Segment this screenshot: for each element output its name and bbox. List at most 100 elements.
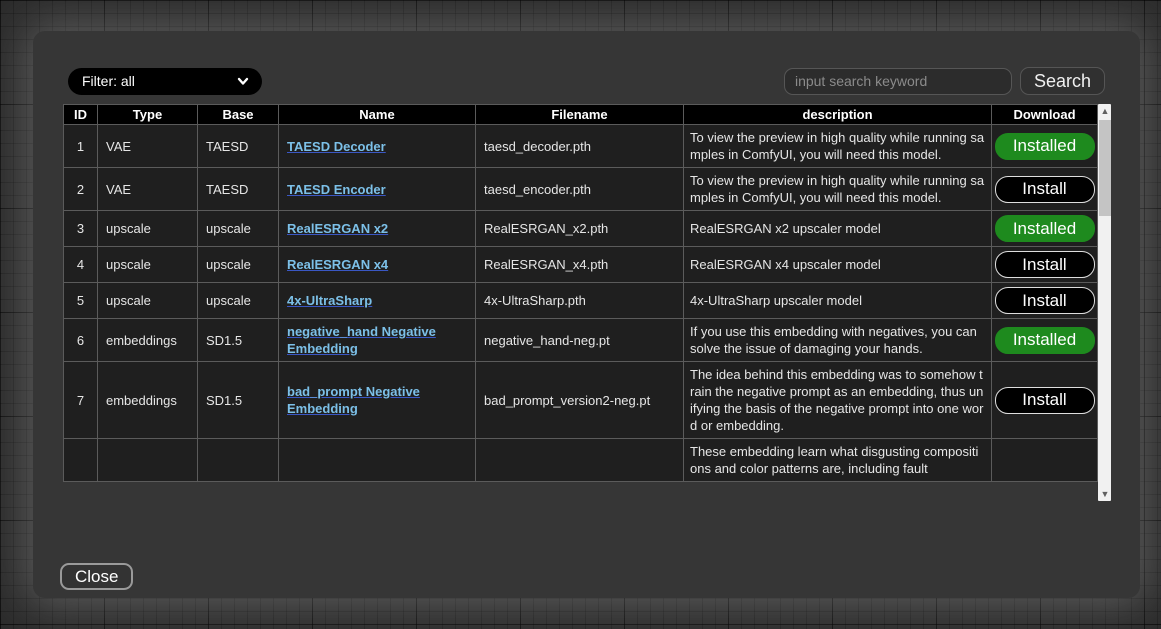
cell-name: 4x-UltraSharp [279, 283, 476, 319]
cell-type: VAE [98, 125, 198, 168]
cell-name: negative_hand Negative Embedding [279, 319, 476, 362]
cell-description: RealESRGAN x4 upscaler model [684, 247, 992, 283]
table-header-row: ID Type Base Name Filename description D… [64, 105, 1098, 125]
cell-base: TAESD [198, 125, 279, 168]
search-group: Search [784, 67, 1105, 95]
cell-type: upscale [98, 283, 198, 319]
close-button[interactable]: Close [60, 563, 133, 590]
cell-download: Install [992, 168, 1098, 211]
cell-base: upscale [198, 211, 279, 247]
cell-id: 4 [64, 247, 98, 283]
cell-name: RealESRGAN x4 [279, 247, 476, 283]
cell-description: 4x-UltraSharp upscaler model [684, 283, 992, 319]
table-row: 2 VAE TAESD TAESD Encoder taesd_encoder.… [64, 168, 1098, 211]
search-input[interactable] [784, 68, 1012, 95]
install-button[interactable]: Install [995, 251, 1095, 278]
cell-type: embeddings [98, 319, 198, 362]
comfyui-canvas-background: { "dialog": { "filter": { "selected": "F… [0, 0, 1161, 629]
header-download: Download [992, 105, 1098, 125]
cell-type [98, 439, 198, 482]
cell-download: Installed [992, 125, 1098, 168]
header-name: Name [279, 105, 476, 125]
cell-id: 6 [64, 319, 98, 362]
cell-filename: RealESRGAN_x2.pth [476, 211, 684, 247]
scrollbar-down-arrow-icon[interactable]: ▼ [1098, 487, 1111, 501]
model-name-link[interactable]: TAESD Encoder [287, 182, 386, 197]
dialog-toolbar: Filter: all Search [68, 67, 1105, 95]
cell-name [279, 439, 476, 482]
cell-filename: taesd_encoder.pth [476, 168, 684, 211]
cell-name: TAESD Encoder [279, 168, 476, 211]
model-name-link[interactable]: 4x-UltraSharp [287, 293, 372, 308]
model-name-link[interactable]: bad_prompt Negative Embedding [287, 384, 420, 416]
table-row-partial: These embedding learn what disgusting co… [64, 439, 1098, 482]
cell-filename: 4x-UltraSharp.pth [476, 283, 684, 319]
cell-base: upscale [198, 283, 279, 319]
cell-type: upscale [98, 247, 198, 283]
cell-type: VAE [98, 168, 198, 211]
cell-description: These embedding learn what disgusting co… [684, 439, 992, 482]
installed-button[interactable]: Installed [995, 215, 1095, 242]
cell-base: TAESD [198, 168, 279, 211]
cell-description: If you use this embedding with negatives… [684, 319, 992, 362]
model-name-link[interactable]: TAESD Decoder [287, 139, 386, 154]
installed-button[interactable]: Installed [995, 327, 1095, 354]
header-id: ID [64, 105, 98, 125]
cell-type: embeddings [98, 362, 198, 439]
cell-name: bad_prompt Negative Embedding [279, 362, 476, 439]
cell-base: upscale [198, 247, 279, 283]
model-name-link[interactable]: RealESRGAN x2 [287, 221, 388, 236]
cell-download [992, 439, 1098, 482]
cell-download: Installed [992, 211, 1098, 247]
table-row: 5 upscale upscale 4x-UltraSharp 4x-Ultra… [64, 283, 1098, 319]
table-row: 3 upscale upscale RealESRGAN x2 RealESRG… [64, 211, 1098, 247]
cell-description: To view the preview in high quality whil… [684, 125, 992, 168]
cell-type: upscale [98, 211, 198, 247]
chevron-down-icon [236, 74, 250, 88]
cell-id: 5 [64, 283, 98, 319]
header-type: Type [98, 105, 198, 125]
cell-filename [476, 439, 684, 482]
cell-filename: negative_hand-neg.pt [476, 319, 684, 362]
table-row: 7 embeddings SD1.5 bad_prompt Negative E… [64, 362, 1098, 439]
table-row: 6 embeddings SD1.5 negative_hand Negativ… [64, 319, 1098, 362]
cell-description: To view the preview in high quality whil… [684, 168, 992, 211]
header-filename: Filename [476, 105, 684, 125]
install-models-dialog: Filter: all Search ID Type Base Name Fi [33, 31, 1140, 598]
cell-description: The idea behind this embedding was to so… [684, 362, 992, 439]
cell-base [198, 439, 279, 482]
cell-filename: RealESRGAN_x4.pth [476, 247, 684, 283]
filter-select-value: Filter: all [82, 73, 236, 89]
cell-id: 1 [64, 125, 98, 168]
install-button[interactable]: Install [995, 387, 1095, 414]
model-name-link[interactable]: RealESRGAN x4 [287, 257, 388, 272]
cell-name: TAESD Decoder [279, 125, 476, 168]
cell-base: SD1.5 [198, 319, 279, 362]
models-table: ID Type Base Name Filename description D… [63, 104, 1098, 482]
cell-download: Installed [992, 319, 1098, 362]
scrollbar-up-arrow-icon[interactable]: ▲ [1098, 104, 1111, 118]
cell-download: Install [992, 362, 1098, 439]
header-description: description [684, 105, 992, 125]
model-name-link[interactable]: negative_hand Negative Embedding [287, 324, 436, 356]
table-row: 1 VAE TAESD TAESD Decoder taesd_decoder.… [64, 125, 1098, 168]
cell-id [64, 439, 98, 482]
scrollbar-thumb[interactable] [1099, 120, 1111, 216]
cell-base: SD1.5 [198, 362, 279, 439]
cell-id: 3 [64, 211, 98, 247]
header-base: Base [198, 105, 279, 125]
install-button[interactable]: Install [995, 287, 1095, 314]
cell-id: 2 [64, 168, 98, 211]
filter-select[interactable]: Filter: all [68, 68, 262, 95]
cell-filename: bad_prompt_version2-neg.pt [476, 362, 684, 439]
table-scrollbar[interactable]: ▲ ▼ [1098, 104, 1111, 501]
cell-id: 7 [64, 362, 98, 439]
cell-name: RealESRGAN x2 [279, 211, 476, 247]
search-button[interactable]: Search [1020, 67, 1105, 95]
install-button[interactable]: Install [995, 176, 1095, 203]
cell-filename: taesd_decoder.pth [476, 125, 684, 168]
cell-download: Install [992, 283, 1098, 319]
installed-button[interactable]: Installed [995, 133, 1095, 160]
models-table-zone: ID Type Base Name Filename description D… [63, 104, 1111, 501]
cell-download: Install [992, 247, 1098, 283]
